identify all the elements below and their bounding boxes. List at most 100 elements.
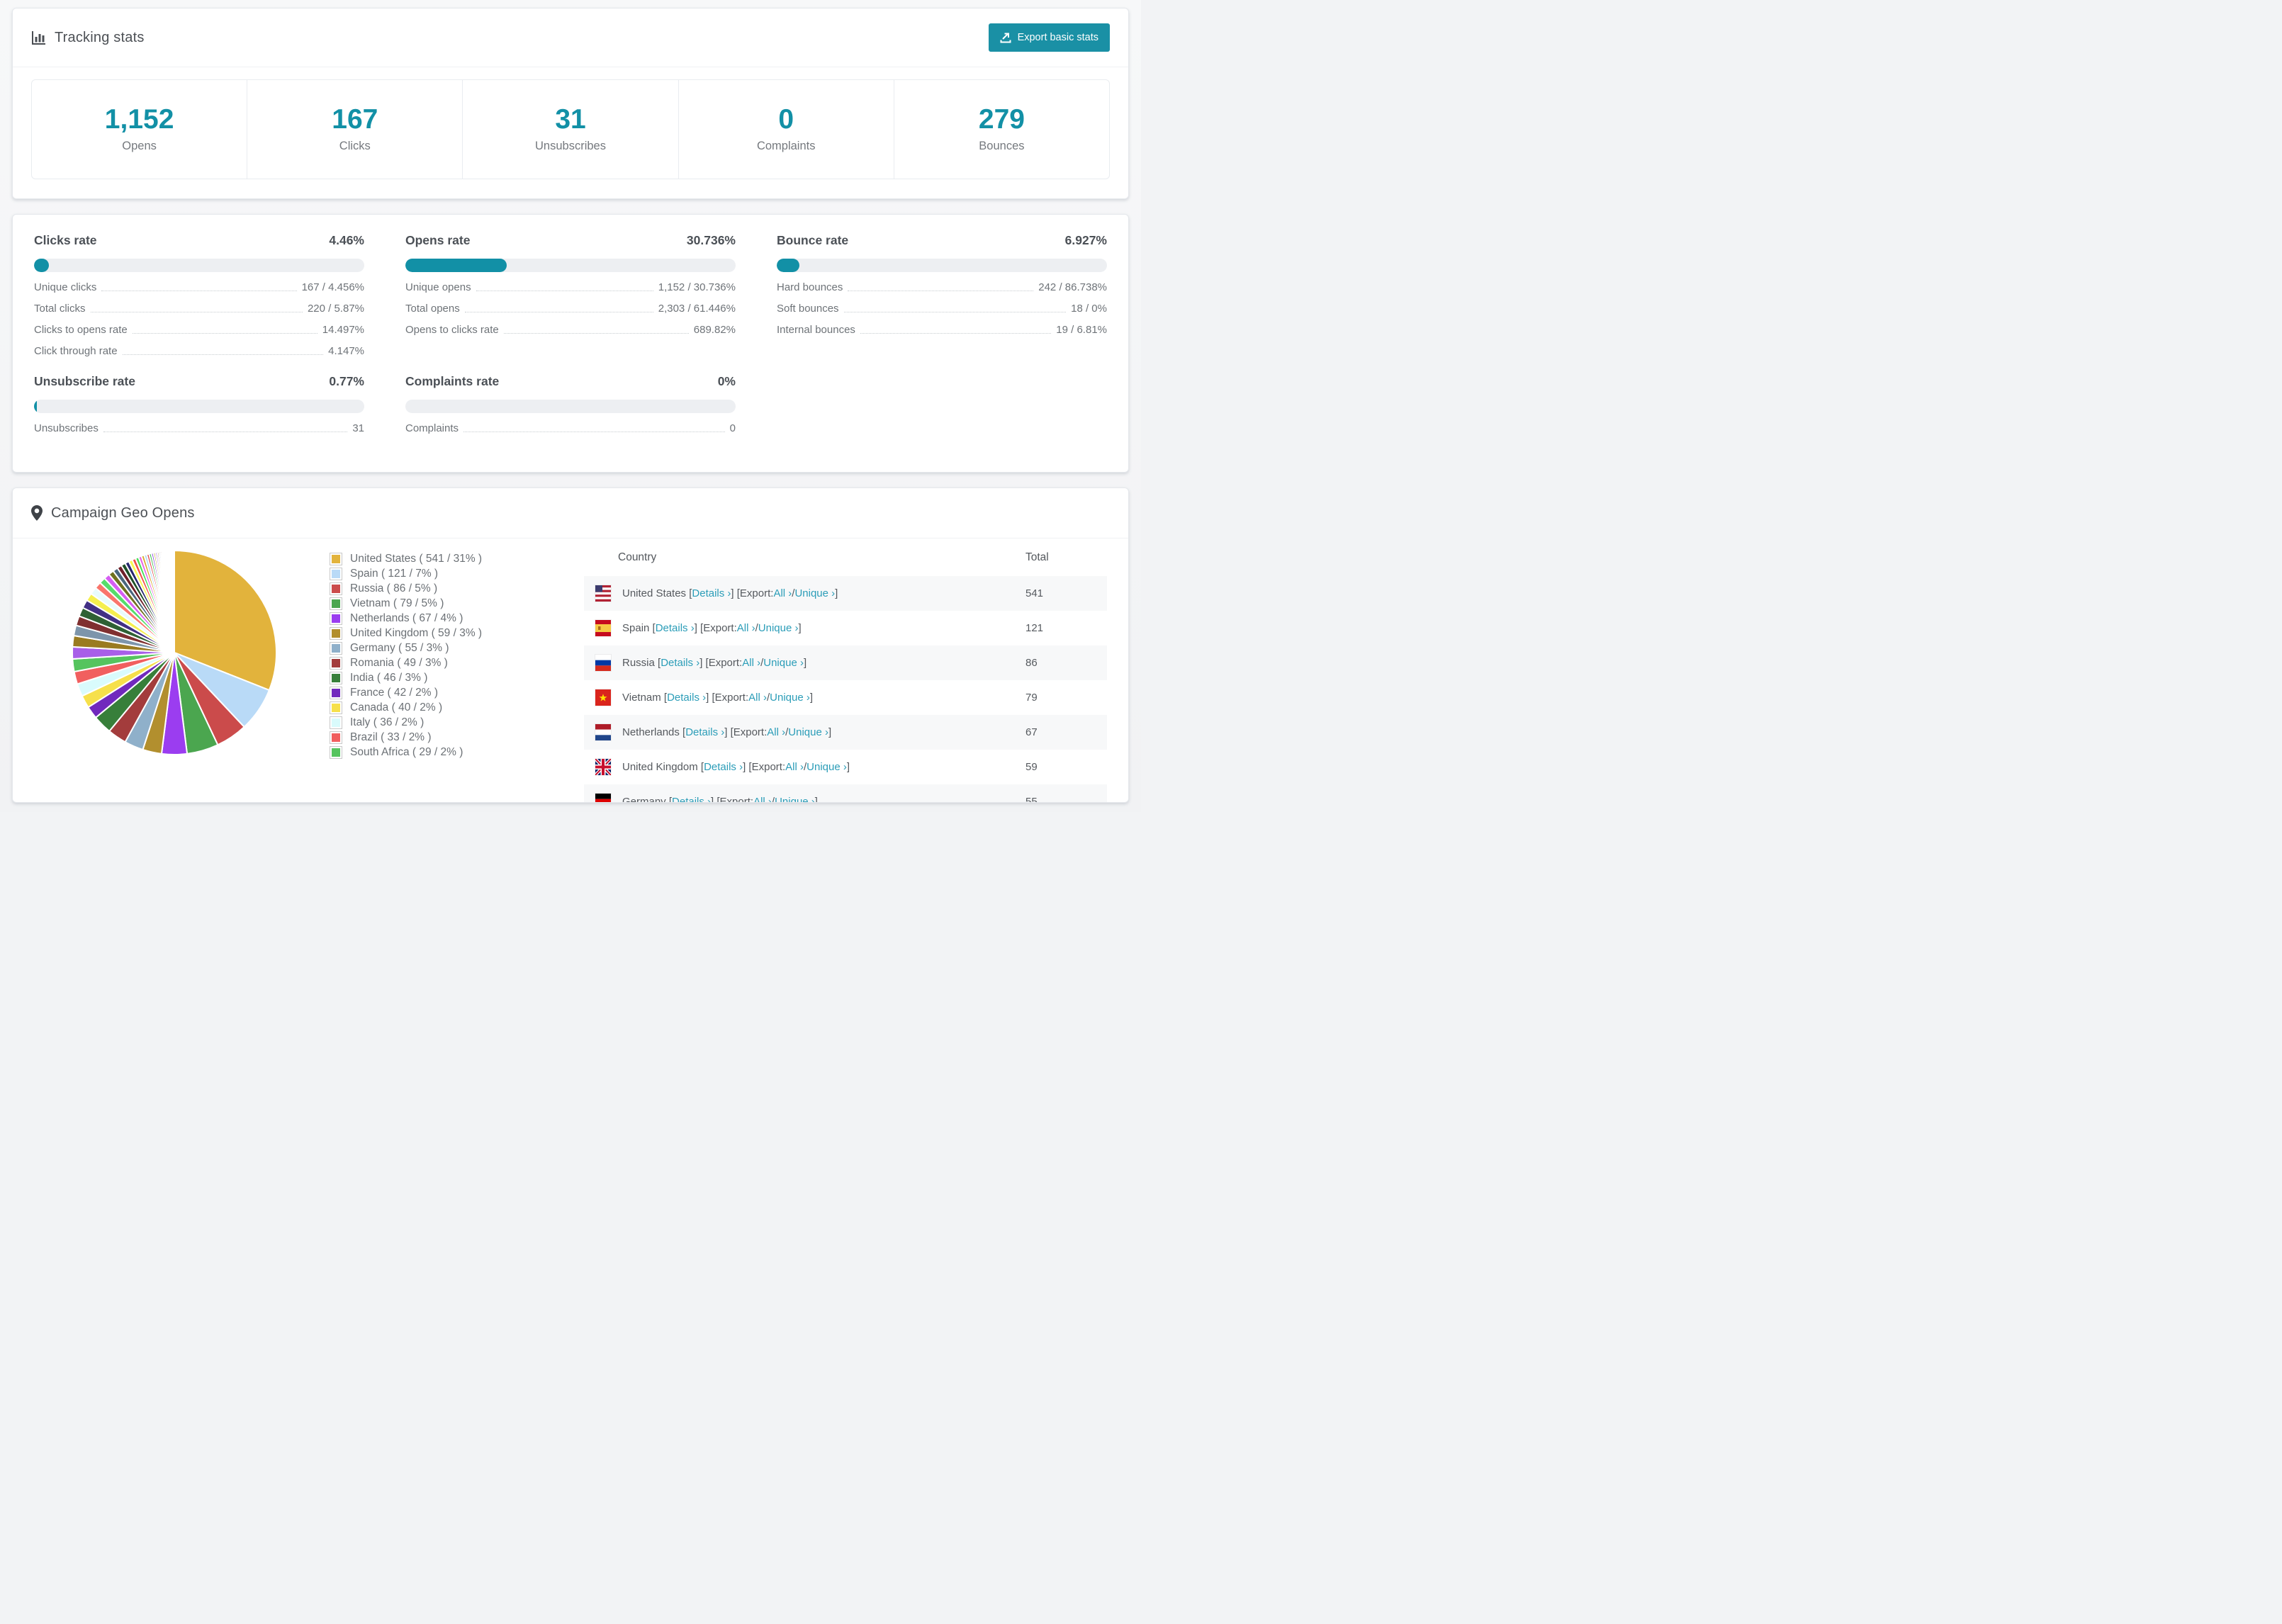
- legend-label: Romania ( 49 / 3% ): [350, 656, 448, 669]
- export-icon: [1000, 32, 1011, 43]
- stat-value: 167: [332, 104, 378, 135]
- legend-label: Russia ( 86 / 5% ): [350, 582, 438, 594]
- rate-row-label: Click through rate: [34, 345, 118, 357]
- rate-section-bounce-rate: Bounce rate 6.927% Hard bounces 242 / 86.73…: [777, 233, 1107, 357]
- tracking-stats-title: Tracking stats: [55, 29, 145, 45]
- details-link[interactable]: Details ›: [692, 587, 731, 599]
- export-unique-link[interactable]: Unique ›: [770, 692, 810, 704]
- summary-stats-row: 1,152 Opens 167 Clicks 31 Unsubscribes 0 Compla…: [31, 79, 1110, 179]
- rate-row-value: 167 / 4.456%: [301, 281, 364, 293]
- stat-value: 0: [778, 104, 794, 135]
- geo-row-total: 86: [1025, 657, 1038, 669]
- rate-row-total-opens: Total opens 2,303 / 61.446%: [405, 300, 736, 315]
- export-all-link[interactable]: All ›: [737, 622, 755, 634]
- legend-swatch: [330, 716, 342, 729]
- legend-item-russia: Russia ( 86 / 5% ): [330, 581, 482, 596]
- stat-value: 279: [978, 104, 1025, 135]
- country-name: Russia [: [622, 657, 661, 669]
- legend-swatch: [330, 745, 342, 759]
- geo-row-russia: Russia [Details ›] [Export: All › / Uniq…: [584, 645, 1107, 680]
- rate-value: 6.927%: [1064, 233, 1107, 247]
- details-link[interactable]: Details ›: [667, 692, 706, 704]
- de-flag-icon: [595, 794, 611, 802]
- rate-progress-fill: [405, 259, 507, 272]
- export-unique-link[interactable]: Unique ›: [788, 726, 828, 738]
- details-link[interactable]: Details ›: [656, 622, 695, 634]
- rate-progress-bar: [777, 259, 1107, 272]
- rate-row-label: Unique opens: [405, 281, 471, 293]
- stat-value: 1,152: [104, 104, 174, 135]
- rate-row-label: Total opens: [405, 303, 460, 315]
- us-flag-icon: [595, 585, 611, 602]
- rate-row-internal-bounces: Internal bounces 19 / 6.81%: [777, 322, 1107, 336]
- export-unique-link[interactable]: Unique ›: [758, 622, 799, 634]
- export-unique-link[interactable]: Unique ›: [794, 587, 835, 599]
- geo-row-germany: Germany [Details ›] [Export: All › / Uni…: [584, 784, 1107, 803]
- legend-swatch: [330, 641, 342, 655]
- closing-bracket: ]: [828, 726, 832, 738]
- export-label: ] [Export:: [711, 796, 754, 803]
- rate-row-label: Clicks to opens rate: [34, 324, 128, 336]
- rate-title: Complaints rate: [405, 374, 500, 388]
- export-basic-stats-button[interactable]: Export basic stats: [988, 23, 1110, 52]
- details-link[interactable]: Details ›: [661, 657, 699, 669]
- legend-swatch: [330, 686, 342, 699]
- geo-row-total: 67: [1025, 726, 1038, 738]
- legend-swatch: [330, 567, 342, 580]
- rate-row-value: 18 / 0%: [1071, 303, 1107, 315]
- rate-value: 4.46%: [329, 233, 364, 247]
- legend-item-canada: Canada ( 40 / 2% ): [330, 700, 482, 715]
- summary-stat-bounces: 279 Bounces: [893, 80, 1109, 179]
- export-all-link[interactable]: All ›: [767, 726, 785, 738]
- country-name: Spain [: [622, 622, 656, 634]
- geo-title: Campaign Geo Opens: [51, 504, 195, 521]
- legend-swatch: [330, 701, 342, 714]
- legend-label: India ( 46 / 3% ): [350, 671, 428, 684]
- export-all-link[interactable]: All ›: [773, 587, 792, 599]
- export-label: ] [Export:: [706, 692, 749, 704]
- rate-value: 0%: [717, 374, 736, 388]
- legend-swatch: [330, 731, 342, 744]
- rate-row-opens-to-clicks-rate: Opens to clicks rate 689.82%: [405, 322, 736, 336]
- rate-row-complaints: Complaints 0: [405, 420, 736, 434]
- summary-stat-complaints: 0 Complaints: [678, 80, 894, 179]
- geo-pie-legend: United States ( 541 / 31% ) Spain ( 121 /…: [330, 551, 482, 760]
- export-label: ] [Export:: [694, 622, 737, 634]
- legend-label: Germany ( 55 / 3% ): [350, 641, 449, 654]
- stat-label: Unsubscribes: [535, 140, 606, 152]
- export-all-link[interactable]: All ›: [785, 761, 804, 773]
- legend-label: Italy ( 36 / 2% ): [350, 716, 425, 728]
- geo-row-united-kingdom: United Kingdom [Details ›] [Export: All …: [584, 750, 1107, 784]
- geo-pie-chart[interactable]: [68, 546, 281, 759]
- geo-table-header: Country Total: [584, 538, 1107, 576]
- country-name: United States [: [622, 587, 692, 599]
- summary-stat-clicks: 167 Clicks: [247, 80, 462, 179]
- rate-row-value: 689.82%: [693, 324, 736, 336]
- ru-flag-icon: [595, 655, 611, 671]
- gb-flag-icon: [595, 759, 611, 775]
- legend-swatch: [330, 656, 342, 670]
- details-link[interactable]: Details ›: [704, 761, 743, 773]
- details-link[interactable]: Details ›: [685, 726, 724, 738]
- export-label: ] [Export:: [724, 726, 768, 738]
- rates-grid: Clicks rate 4.46% Unique clicks 167 / 4.456…: [13, 215, 1128, 456]
- dotted-leader: [860, 333, 1052, 334]
- details-link[interactable]: Details ›: [672, 796, 711, 802]
- export-all-link[interactable]: All ›: [742, 657, 760, 669]
- legend-item-romania: Romania ( 49 / 3% ): [330, 655, 482, 670]
- rate-row-label: Soft bounces: [777, 303, 839, 315]
- stat-label: Clicks: [339, 140, 371, 152]
- rate-row-value: 14.497%: [322, 324, 364, 336]
- export-unique-link[interactable]: Unique ›: [763, 657, 804, 669]
- nl-flag-icon: [595, 724, 611, 740]
- export-button-label: Export basic stats: [1017, 32, 1098, 43]
- export-unique-link[interactable]: Unique ›: [806, 761, 847, 773]
- rate-row-value: 4.147%: [328, 345, 364, 357]
- legend-item-south-africa: South Africa ( 29 / 2% ): [330, 745, 482, 760]
- export-all-link[interactable]: All ›: [748, 692, 767, 704]
- closing-bracket: ]: [798, 622, 802, 634]
- export-unique-link[interactable]: Unique ›: [775, 796, 815, 802]
- rate-row-unique-opens: Unique opens 1,152 / 30.736%: [405, 279, 736, 293]
- dotted-leader: [132, 333, 317, 334]
- export-all-link[interactable]: All ›: [753, 796, 772, 802]
